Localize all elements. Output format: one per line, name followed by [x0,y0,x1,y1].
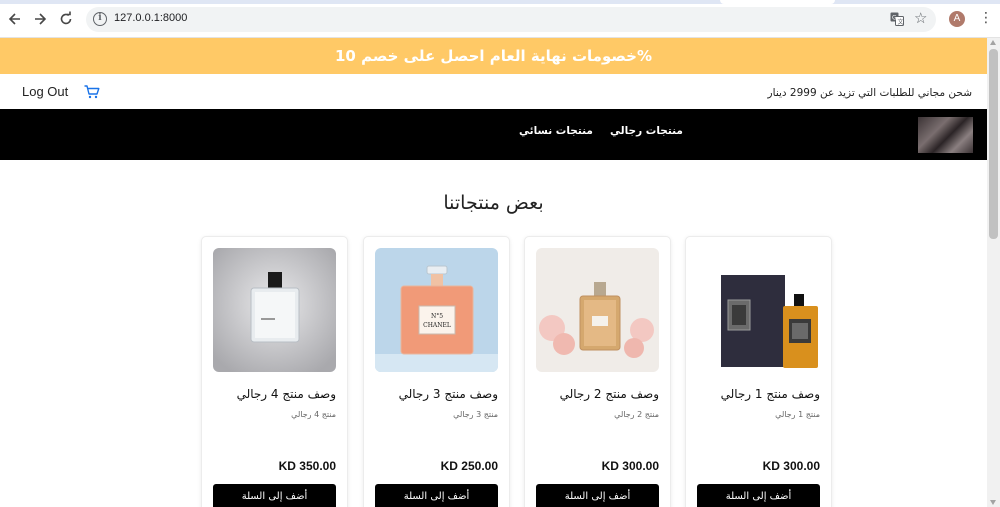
add-to-cart-button[interactable]: أضف إلى السلة [536,484,659,507]
scroll-down-arrow-icon[interactable] [990,500,996,505]
product-title[interactable]: وصف منتج 3 رجالي [399,387,498,401]
site-info-icon[interactable]: i [93,12,107,26]
promo-banner: خصومات نهاية العام احصل على خصم 10% [0,38,987,74]
profile-avatar-icon[interactable]: A [949,11,965,27]
free-shipping-text: شحن مجاني للطلبات التي تزيد عن 2999 دينا… [767,87,972,99]
product-card: وصف منتج 4 رجالي منتج 4 رجالي KD 350.00 … [201,236,348,507]
shopping-cart-icon[interactable] [84,84,100,99]
product-card: وصف منتج 1 رجالي منتج 1 رجالي KD 300.00 … [685,236,832,507]
menu-kebab-icon[interactable]: ⋮ [979,10,993,26]
product-title[interactable]: وصف منتج 1 رجالي [721,387,820,401]
forward-arrow-icon[interactable] [30,9,50,29]
browser-toolbar: i 127.0.0.1:8000 G文 ☆ A ⋮ [0,0,1000,38]
add-to-cart-button[interactable]: أضف إلى السلة [697,484,820,507]
product-description: منتج 2 رجالي [614,410,659,419]
product-price: KD 350.00 [278,459,336,473]
product-description: منتج 1 رجالي [775,410,820,419]
page-viewport: خصومات نهاية العام احصل على خصم 10% Log … [0,38,987,507]
perfume-label-no5: N°5 [431,313,443,320]
add-to-cart-button[interactable]: أضف إلى السلة [375,484,498,507]
product-card: N°5 CHANEL وصف منتج 3 رجالي منتج 3 رجالي… [363,236,510,507]
scroll-up-arrow-icon[interactable] [990,40,996,45]
nav-link-mens-products[interactable]: منتجات رجالي [610,125,683,137]
product-price: KD 300.00 [601,459,659,473]
translate-icon[interactable]: G文 [890,12,904,30]
reload-icon[interactable] [56,9,76,29]
logout-link[interactable]: Log Out [22,84,68,99]
product-image[interactable] [697,248,820,372]
product-price: KD 300.00 [762,459,820,473]
brand-logo-image[interactable] [918,117,973,153]
product-title[interactable]: وصف منتج 2 رجالي [560,387,659,401]
product-image[interactable] [536,248,659,372]
product-description: منتج 3 رجالي [453,410,498,419]
product-title[interactable]: وصف منتج 4 رجالي [237,387,336,401]
promo-text: خصومات نهاية العام احصل على خصم 10% [334,47,652,65]
main-navbar: منتجات رجالي منتجات نسائي [0,109,987,160]
tab-strip [0,0,1000,4]
svg-text:G: G [892,15,897,22]
nav-link-womens-products[interactable]: منتجات نسائي [519,125,593,137]
page-scrollbar[interactable] [987,38,1000,507]
info-bar: Log Out شحن مجاني للطلبات التي تزيد عن 2… [0,74,987,110]
product-card: وصف منتج 2 رجالي منتج 2 رجالي KD 300.00 … [524,236,671,507]
bookmark-star-icon[interactable]: ☆ [914,11,927,26]
product-price: KD 250.00 [440,459,498,473]
back-arrow-icon[interactable] [5,9,25,29]
address-bar[interactable]: i 127.0.0.1:8000 [86,7,936,32]
product-image[interactable]: N°5 CHANEL [375,248,498,372]
scrollbar-thumb[interactable] [989,49,998,239]
product-image[interactable] [213,248,336,372]
section-title: بعض منتجاتنا [443,192,544,214]
url-text[interactable]: 127.0.0.1:8000 [114,12,187,24]
perfume-label-brand: CHANEL [423,322,451,329]
svg-text:文: 文 [898,18,904,26]
product-description: منتج 4 رجالي [291,410,336,419]
add-to-cart-button[interactable]: أضف إلى السلة [213,484,336,507]
